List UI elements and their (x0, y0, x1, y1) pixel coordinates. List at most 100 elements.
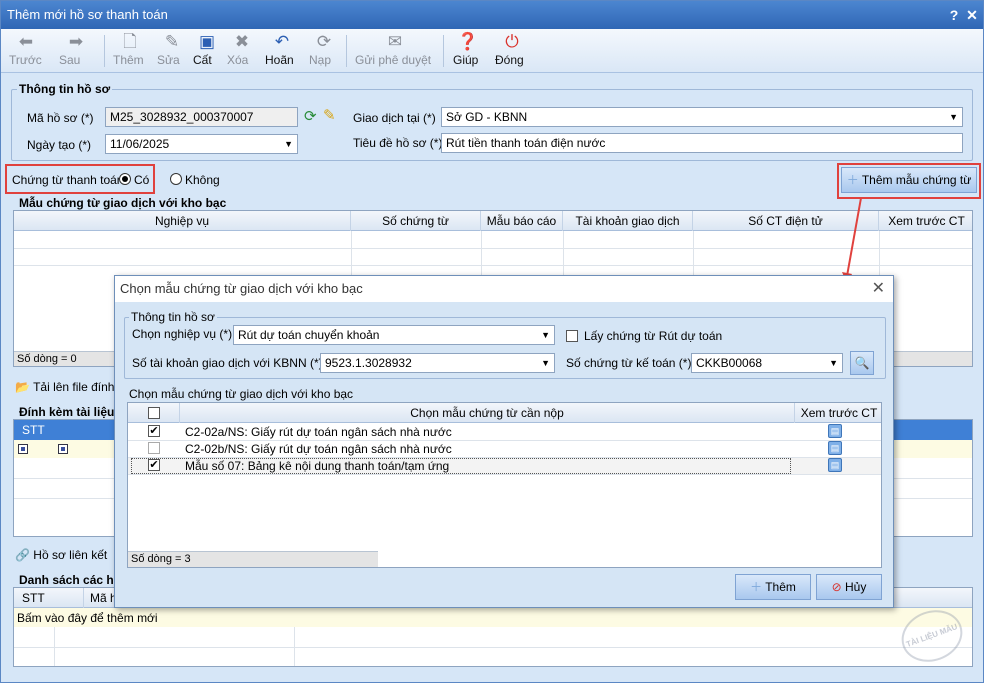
row-checkbox[interactable] (58, 444, 68, 454)
preview-icon[interactable]: ▤ (828, 458, 842, 472)
row-template-name: C2-02a/NS: Giấy rút dự toán ngân sách nh… (185, 425, 452, 439)
toolbar-separator (443, 35, 444, 67)
selection-grid-header: Chọn mẫu chứng từ cần nộp Xem trước CT (128, 403, 881, 423)
so-chung-tu-label: Số chứng từ kế toán (*) (566, 356, 692, 370)
radio-yes-label: Có (134, 173, 150, 187)
tai-khoan-label: Số tài khoản giao dịch với KBNN (*) (132, 356, 323, 370)
templates-grid-header: Nghiệp vụ Số chứng từ Mẫu báo cáo Tài kh… (14, 211, 972, 231)
lay-chung-tu-label: Lấy chứng từ Rút dự toán (584, 329, 723, 343)
radio-no[interactable] (170, 173, 182, 185)
load-button[interactable]: ⟳ Nạp (309, 32, 339, 72)
ma-ho-so-field[interactable]: M25_3028932_000370007 (105, 107, 298, 127)
tieu-de-label: Tiêu đề hồ sơ (*) (353, 136, 443, 150)
title-bar: Thêm mới hồ sơ thanh toán ? ✕ (1, 1, 983, 29)
delete-button[interactable]: ✖ Xóa (227, 32, 257, 72)
refresh-icon: ⟳ (316, 32, 332, 51)
chevron-down-icon: ▼ (541, 330, 550, 340)
col-so-chung-tu[interactable]: Số chứng từ (351, 211, 481, 231)
row-checkbox[interactable] (18, 444, 28, 454)
add-new-row[interactable]: Bấm vào đây để thêm mới (14, 608, 972, 627)
row-checkbox-1[interactable]: ✔ (148, 425, 160, 437)
preview-icon[interactable]: ▤ (828, 441, 842, 455)
giao-dich-value: Sở GD - KBNN (446, 110, 528, 124)
col-stt[interactable]: STT (22, 423, 45, 437)
arrow-left-icon: ⬅ (18, 32, 34, 51)
dialog-cancel-label: Hủy (845, 580, 867, 594)
tai-khoan-select[interactable]: 9523.1.3028932 ▼ (320, 353, 555, 373)
nghiep-vu-select[interactable]: Rút dự toán chuyển khoản ▼ (233, 325, 555, 345)
col-nghiep-vu[interactable]: Nghiệp vụ (14, 211, 351, 231)
edit-button[interactable]: ✎ Sửa (157, 32, 187, 72)
toolbar-separator (346, 35, 347, 67)
dialog-close-icon[interactable]: ✕ (872, 276, 885, 302)
next-button[interactable]: ➡ Sau (59, 32, 93, 72)
envelope-icon: ✉ (387, 32, 403, 51)
dialog-title-bar: Chọn mẫu chứng từ giao dịch với kho bạc … (115, 276, 893, 302)
plus-icon: ＋ (846, 173, 862, 187)
grid-line (128, 440, 881, 441)
giao-dich-select[interactable]: Sở GD - KBNN ▼ (441, 107, 963, 127)
preview-icon[interactable]: ▤ (828, 424, 842, 438)
save-button[interactable]: ▣ Cất (193, 32, 221, 72)
send-approval-button[interactable]: ✉ Gửi phê duyệt (355, 32, 435, 72)
row-template-name: C2-02b/NS: Giấy rút dự toán ngân sách nh… (185, 442, 452, 456)
close-button[interactable]: ⏻ Đóng (495, 32, 529, 72)
col-xem-truoc[interactable]: Xem trước CT (879, 211, 972, 231)
attachments-group-title: Đính kèm tài liệu (17, 405, 117, 419)
folder-icon: 📂 (15, 380, 30, 394)
templates-group-title: Mẫu chứng từ giao dịch với kho bạc (17, 196, 229, 210)
col-stt[interactable]: STT (14, 588, 84, 608)
annotation-arrow (842, 197, 862, 284)
select-all-checkbox[interactable] (148, 407, 160, 419)
chevron-down-icon: ▼ (541, 358, 550, 368)
selection-row-count: Số dòng = 3 (128, 551, 378, 567)
radio-yes[interactable] (119, 173, 131, 185)
pencil-icon[interactable]: ✎ (323, 106, 336, 124)
chevron-down-icon: ▼ (949, 112, 958, 122)
col-mau-bao-cao[interactable]: Mẫu báo cáo (481, 211, 563, 231)
search-icon: 🔍 (854, 356, 870, 370)
linked-records-button[interactable]: 🔗 Hồ sơ liên kết (15, 548, 107, 562)
linked-label: Hồ sơ liên kết (33, 548, 108, 562)
search-button[interactable]: 🔍 (850, 351, 874, 375)
lay-chung-tu-checkbox[interactable] (566, 330, 578, 342)
refresh-code-icon[interactable]: ⟳ (304, 107, 317, 125)
select-template-dialog: Chọn mẫu chứng từ giao dịch với kho bạc … (114, 275, 894, 608)
help-button[interactable]: ❓ Giúp (453, 32, 483, 72)
new-document-icon: 🗋 (123, 32, 137, 51)
row-checkbox-2[interactable] (148, 442, 160, 454)
dialog-add-label: Thêm (765, 580, 796, 594)
delete-document-icon: ✖ (234, 32, 250, 51)
upload-label: Tải lên file đính (33, 380, 115, 394)
question-icon: ❓ (457, 32, 479, 51)
arrow-right-icon: ➡ (68, 32, 84, 51)
tieu-de-field[interactable]: Rút tiền thanh toán điện nước (441, 133, 963, 153)
undo-button[interactable]: ↶ Hoãn (265, 32, 299, 72)
chevron-down-icon: ▼ (829, 358, 838, 368)
giao-dich-label: Giao dịch tại (*) (353, 111, 436, 125)
help-icon[interactable]: ? (945, 1, 963, 29)
dialog-cancel-button[interactable]: ⊘ Hủy (816, 574, 882, 600)
ma-ho-so-label: Mã hồ sơ (*) (27, 111, 94, 125)
dialog-add-button[interactable]: ＋ Thêm (735, 574, 811, 600)
close-icon[interactable]: ✕ (963, 1, 981, 29)
edit-document-icon: ✎ (164, 32, 180, 51)
ngay-tao-field[interactable]: 11/06/2025 ▼ (105, 134, 298, 154)
template-selection-grid: Chọn mẫu chứng từ cần nộp Xem trước CT ✔… (127, 402, 882, 568)
cancel-icon: ⊘ (831, 580, 846, 594)
so-chung-tu-select[interactable]: CKKB00068 ▼ (691, 353, 843, 373)
col-preview[interactable]: Xem trước CT (795, 403, 881, 423)
add-button[interactable]: 🗋 Thêm (113, 32, 147, 72)
grid-line (14, 265, 972, 266)
link-icon: 🔗 (15, 548, 30, 562)
add-template-button[interactable]: ＋ Thêm mẫu chứng từ (841, 167, 977, 193)
grid-line (128, 474, 881, 475)
power-icon: ⏻ (505, 32, 519, 51)
list-group-title: Danh sách các hồ (17, 573, 124, 587)
col-tai-khoan[interactable]: Tài khoản giao dịch (563, 211, 693, 231)
chevron-down-icon: ▼ (284, 139, 293, 149)
plus-icon: ＋ (750, 580, 766, 594)
col-template[interactable]: Chọn mẫu chứng từ cần nộp (180, 403, 795, 423)
back-button[interactable]: ⬅ Trước (9, 32, 43, 72)
upload-file-button[interactable]: 📂 Tải lên file đính (15, 380, 114, 394)
